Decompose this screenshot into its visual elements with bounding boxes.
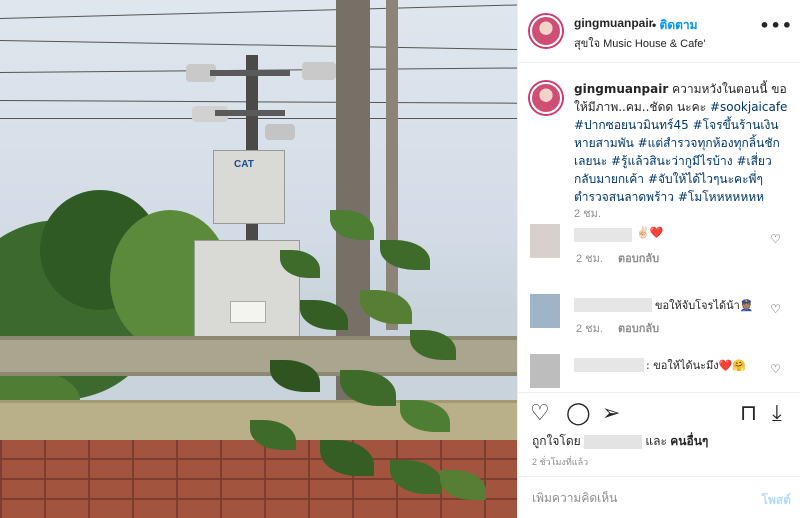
commenter-avatar[interactable]	[530, 294, 560, 328]
caption-avatar[interactable]	[530, 82, 562, 114]
follow-label: ติดตาม	[659, 18, 698, 32]
comment-text: ✌🏻❤️	[636, 226, 664, 239]
comment-text: ขอให้จับโจรได้น้า👮🏽	[655, 299, 754, 312]
share-icon[interactable]: ➢	[602, 401, 620, 426]
hashtag-link[interactable]: #โมโหหหหหหห	[678, 190, 764, 204]
blurred-username	[574, 228, 632, 242]
comment-icon[interactable]: ◯	[566, 401, 591, 426]
heart-icon[interactable]: ♡	[770, 302, 781, 316]
add-comment-bar: โพสต์	[518, 476, 800, 518]
cctv-camera	[302, 62, 336, 80]
power-line	[0, 4, 517, 19]
likes-prefix: ถูกใจโดย	[532, 434, 581, 448]
comment-input[interactable]	[532, 491, 742, 505]
comment-text: : ขอให้ได้นะมึง❤️🤗	[646, 359, 747, 372]
cat-cabinet-small: CAT	[213, 150, 285, 224]
heart-icon[interactable]: ♡	[530, 401, 550, 426]
blurred-username	[574, 358, 644, 372]
download-icon[interactable]: ⤓	[772, 401, 782, 426]
likes-and: และ	[645, 434, 667, 448]
post-caption: gingmuanpair ความหวังในตอนนี้ ขอให้มีภาพ…	[574, 80, 789, 206]
comment-item: : ขอให้ได้นะมึง❤️🤗 ♡	[518, 354, 800, 390]
heart-icon[interactable]: ♡	[770, 362, 781, 376]
commenter-avatar[interactable]	[530, 224, 560, 258]
cabinet-label	[230, 301, 266, 323]
heart-icon[interactable]: ♡	[770, 232, 781, 246]
comment-meta: 2 ชม. ตอบกลับ	[576, 249, 659, 267]
camera-arm	[215, 110, 285, 116]
power-line	[0, 100, 517, 104]
caption-username[interactable]: gingmuanpair	[574, 82, 668, 96]
blurred-username	[574, 298, 652, 312]
likes-summary: ถูกใจโดย และ คนอื่นๆ	[532, 432, 708, 451]
header-username[interactable]: gingmuanpair	[574, 16, 653, 30]
follow-button[interactable]: • ติดตาม	[652, 16, 698, 35]
cctv-camera	[265, 124, 295, 140]
hashtag-link[interactable]: #sookjaicafe	[710, 100, 788, 114]
separator-dot: •	[652, 18, 657, 32]
comment-item: ✌🏻❤️ 2 ชม. ตอบกลับ ♡	[518, 224, 800, 284]
comment-item: ขอให้จับโจรได้น้า👮🏽 2 ชม. ตอบกลับ ♡	[518, 294, 800, 354]
bookmark-icon[interactable]: ⊓	[740, 401, 757, 426]
caption-text: ความหวังในตอนนี้ ขอให้มีภาพ..คม..ชัดด นะ…	[574, 82, 787, 204]
post-date: 2 ชั่วโมงที่แล้ว	[532, 457, 589, 467]
comment-time: 2 ชม.	[576, 323, 603, 335]
reply-button[interactable]: ตอบกลับ	[618, 323, 659, 335]
post-photo[interactable]: CAT	[0, 0, 517, 518]
utility-pole	[386, 0, 398, 330]
post-comment-button[interactable]: โพสต์	[762, 491, 791, 510]
cat-logo: CAT	[234, 159, 254, 170]
caption-time: 2 ชม.	[574, 208, 601, 220]
more-horizontal-icon[interactable]: •••	[759, 16, 793, 35]
camera-arm	[210, 70, 290, 76]
power-line	[0, 40, 517, 51]
power-line	[0, 118, 517, 119]
post-sidebar: gingmuanpair • ติดตาม สุขใจ Music House …	[517, 0, 800, 518]
comment-time: 2 ชม.	[576, 253, 603, 265]
likes-others[interactable]: คนอื่นๆ	[670, 434, 708, 448]
blurred-liker	[584, 434, 643, 449]
post-header: gingmuanpair • ติดตาม สุขใจ Music House …	[518, 0, 800, 63]
comment-meta: 2 ชม. ตอบกลับ	[576, 319, 659, 337]
commenter-avatar[interactable]	[530, 354, 560, 388]
reply-button[interactable]: ตอบกลับ	[618, 253, 659, 265]
hashtag-link[interactable]: #ปากซอยนวมินทร์45	[574, 118, 689, 132]
hashtag-link[interactable]: #รู้แล้วสินะว่ากูมีไรบ้าง	[611, 154, 733, 168]
avatar[interactable]	[530, 15, 562, 47]
location-link[interactable]: สุขใจ Music House & Cafe'	[574, 34, 705, 52]
